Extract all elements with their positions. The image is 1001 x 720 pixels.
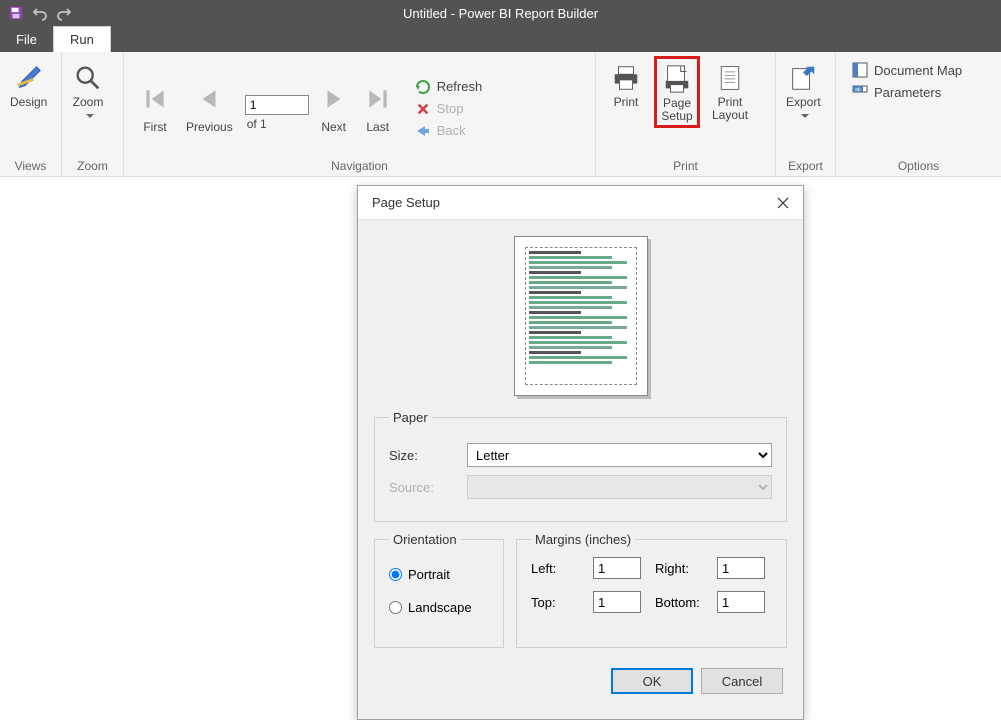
page-setup-icon (661, 63, 693, 95)
stop-button[interactable]: Stop (409, 99, 489, 119)
dialog-title: Page Setup (372, 195, 440, 210)
group-export: Export Export (776, 52, 836, 176)
magnifier-icon (72, 62, 104, 94)
page-preview (374, 236, 787, 396)
margin-bottom-input[interactable] (717, 591, 765, 613)
close-icon[interactable] (773, 193, 793, 213)
export-icon (787, 62, 819, 94)
margin-left-label: Left: (531, 561, 585, 576)
margin-bottom-label: Bottom: (655, 595, 709, 610)
nav-last-button[interactable]: Last (359, 76, 397, 138)
title-bar: Untitled - Power BI Report Builder (0, 0, 1001, 26)
refresh-button[interactable]: Refresh (409, 77, 489, 97)
svg-text:ab: ab (855, 87, 861, 93)
group-zoom: Zoom Zoom (62, 52, 124, 176)
page-total-label: of 1 (245, 117, 267, 131)
page-setup-button[interactable]: PageSetup (654, 56, 700, 128)
paper-legend: Paper (389, 410, 432, 425)
group-views: Design Views (0, 52, 62, 176)
design-label: Design (10, 96, 47, 109)
ribbon: Design Views Zoom Zoom First Previous (0, 52, 1001, 177)
orientation-landscape[interactable]: Landscape (389, 600, 489, 615)
group-zoom-label: Zoom (66, 157, 119, 176)
size-label: Size: (389, 448, 459, 463)
undo-icon[interactable] (32, 5, 48, 21)
nav-first-icon (142, 86, 168, 112)
margins-fieldset: Margins (inches) Left: Right: Top: Botto… (516, 532, 787, 648)
refresh-icon (415, 79, 431, 95)
paper-fieldset: Paper Size: Letter Source: (374, 410, 787, 522)
nav-previous-button[interactable]: Previous (180, 76, 239, 138)
design-button[interactable]: Design (4, 56, 53, 113)
zoom-label: Zoom (73, 96, 104, 122)
page-setup-dialog: Page Setup (357, 185, 804, 720)
group-options-label: Options (840, 157, 997, 176)
source-label: Source: (389, 480, 459, 495)
quick-access-toolbar (0, 5, 80, 21)
cancel-button[interactable]: Cancel (701, 668, 783, 694)
orientation-fieldset: Orientation Portrait Landscape (374, 532, 504, 648)
margins-legend: Margins (inches) (531, 532, 635, 547)
nav-first-button[interactable]: First (136, 76, 174, 138)
document-map-button[interactable]: Document Map (846, 60, 968, 80)
group-navigation: First Previous of 1 Next Last R (124, 52, 596, 176)
print-button[interactable]: Print (604, 56, 648, 113)
margin-right-label: Right: (655, 561, 709, 576)
app-title: Untitled - Power BI Report Builder (403, 6, 598, 21)
print-layout-icon (714, 62, 746, 94)
nav-previous-icon (196, 86, 222, 112)
orientation-legend: Orientation (389, 532, 461, 547)
size-select[interactable]: Letter (467, 443, 772, 467)
parameters-icon: ab (852, 84, 868, 100)
back-button[interactable]: Back (409, 121, 489, 141)
group-print: Print PageSetup PrintLayout Print (596, 52, 776, 176)
nav-next-icon (321, 86, 347, 112)
redo-icon[interactable] (56, 5, 72, 21)
portrait-radio[interactable] (389, 568, 402, 581)
ribbon-tabs: File Run (0, 26, 1001, 52)
ok-button[interactable]: OK (611, 668, 693, 694)
group-navigation-label: Navigation (128, 157, 591, 176)
group-views-label: Views (4, 157, 57, 176)
nav-next-button[interactable]: Next (315, 76, 353, 138)
margin-top-label: Top: (531, 595, 585, 610)
page-number-wrap: of 1 (245, 95, 309, 131)
source-select (467, 475, 772, 499)
landscape-radio[interactable] (389, 601, 402, 614)
tab-run[interactable]: Run (53, 26, 111, 52)
margin-left-input[interactable] (593, 557, 641, 579)
printer-icon (610, 62, 642, 94)
nav-last-icon (365, 86, 391, 112)
dialog-titlebar[interactable]: Page Setup (358, 186, 803, 220)
back-icon (415, 123, 431, 139)
page-number-input[interactable] (245, 95, 309, 115)
zoom-button[interactable]: Zoom (66, 56, 110, 126)
tab-file[interactable]: File (0, 27, 53, 52)
stop-icon (415, 101, 431, 117)
parameters-button[interactable]: ab Parameters (846, 82, 968, 102)
save-icon[interactable] (8, 5, 24, 21)
document-map-icon (852, 62, 868, 78)
print-layout-button[interactable]: PrintLayout (706, 56, 754, 126)
group-print-label: Print (600, 157, 771, 176)
group-options: Document Map ab Parameters Options (836, 52, 1001, 176)
design-icon (13, 62, 45, 94)
orientation-portrait[interactable]: Portrait (389, 567, 489, 582)
group-export-label: Export (780, 157, 831, 176)
margin-right-input[interactable] (717, 557, 765, 579)
margin-top-input[interactable] (593, 591, 641, 613)
export-button[interactable]: Export (780, 56, 827, 126)
